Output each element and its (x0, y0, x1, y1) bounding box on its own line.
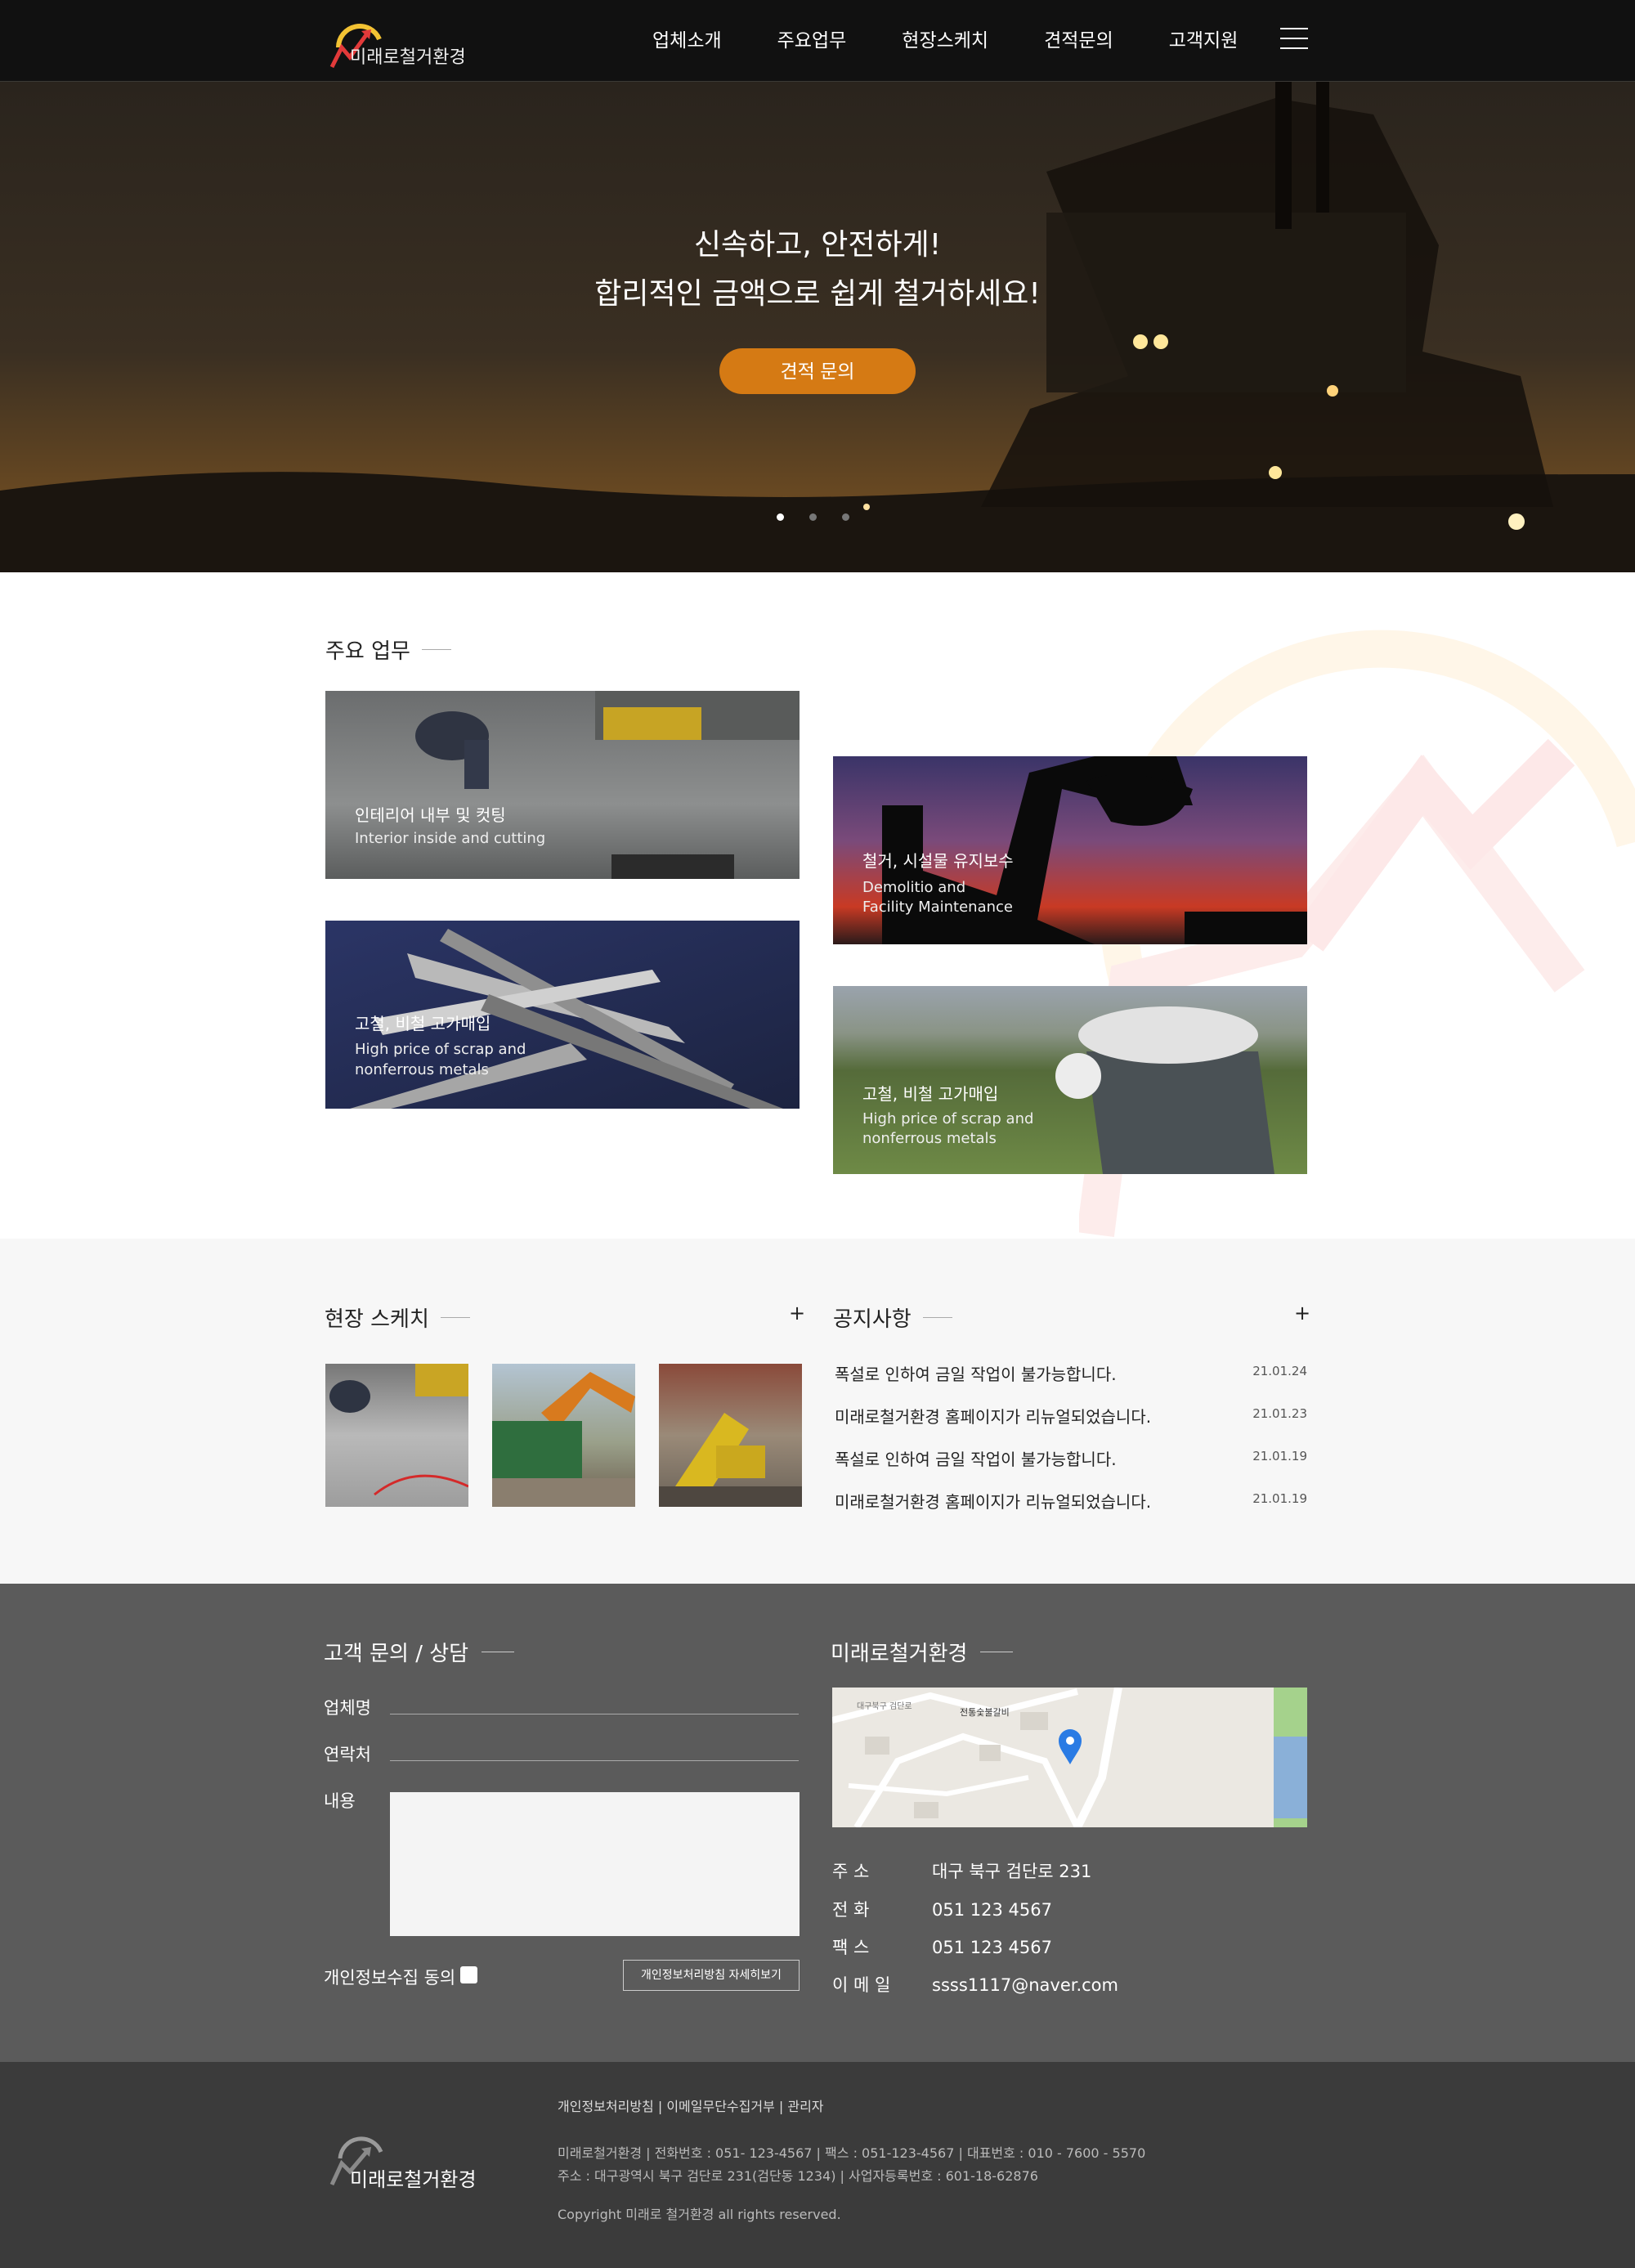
excavator-image (0, 82, 1635, 572)
hero-slider: 신속하고, 안전하게! 합리적인 금액으로 쉽게 철거하세요! 견적 문의 (0, 82, 1635, 572)
footer-address-info: 주소 : 대구광역시 북구 검단로 231(검단동 1234) | 사업자등록번… (558, 2168, 1038, 2184)
nav-about[interactable]: 업체소개 (652, 25, 722, 52)
card-title-en-1: High price of scrap and (355, 1041, 526, 1058)
notice-item-text[interactable]: 미래로철거환경 홈페이지가 리뉴얼되었습니다. (835, 1492, 1151, 1512)
tel-row: 전 화 051 123 4567 (832, 1897, 1052, 1921)
notice-item-date: 21.01.23 (1252, 1406, 1307, 1421)
sketch-more-button[interactable]: + (789, 1302, 805, 1324)
map-pin-icon (1059, 1729, 1082, 1764)
service-card-scrap-2[interactable]: 고철, 비철 고가매입 High price of scrap and nonf… (833, 986, 1307, 1174)
sketch-thumb-3[interactable] (659, 1364, 802, 1507)
tel-value[interactable]: 051 123 4567 (932, 1900, 1052, 1920)
email-value[interactable]: ssss1117@naver.com (932, 1975, 1118, 1995)
hero-headline-1: 신속하고, 안전하게! (693, 228, 942, 262)
nav-sketch[interactable]: 현장스케치 (902, 25, 988, 52)
estimate-button[interactable]: 견적 문의 (719, 348, 916, 394)
site-header: 미래로철거환경 업체소개 주요업무 현장스케치 견적문의 고객지원 (0, 0, 1635, 82)
services-title: 주요 업무 (325, 634, 451, 665)
notice-item-text[interactable]: 폭설로 인하여 금일 작업이 불가능합니다. (835, 1365, 1117, 1384)
sketch-thumb-1[interactable] (325, 1364, 468, 1507)
notice-title-text: 공지사항 (833, 1307, 912, 1332)
sketch-title-text: 현장 스케치 (325, 1307, 429, 1332)
service-card-interior[interactable]: 인테리어 내부 및 컷팅 Interior inside and cutting (325, 691, 800, 879)
card-title-en-2: nonferrous metals (355, 1061, 489, 1078)
notice-title: 공지사항 (833, 1302, 952, 1333)
notice-item[interactable]: 미래로철거환경 홈페이지가 리뉴얼되었습니다. 21.01.23 (835, 1404, 1307, 1428)
notice-item-text[interactable]: 미래로철거환경 홈페이지가 리뉴얼되었습니다. (835, 1407, 1151, 1427)
policy-detail-button[interactable]: 개인정보처리방침 자세히보기 (623, 1960, 800, 1991)
hero-headline-2: 합리적인 금액으로 쉽게 철거하세요! (594, 277, 1041, 311)
notice-item[interactable]: 폭설로 인하여 금일 작업이 불가능합니다. 21.01.24 (835, 1361, 1307, 1385)
sketch-image (492, 1372, 635, 1507)
notice-more-button[interactable]: + (1294, 1302, 1310, 1324)
agree-checkbox[interactable] (460, 1966, 477, 1983)
content-label: 내용 (324, 1791, 356, 1811)
card-title-en-1: Demolitio and (862, 879, 966, 896)
sketch-thumb-2[interactable] (492, 1364, 635, 1507)
notice-item-date: 21.01.19 (1252, 1449, 1307, 1463)
service-card-scrap-1[interactable]: 고철, 비철 고가매입 High price of scrap and nonf… (325, 921, 800, 1109)
company-title: 미래로철거환경 (831, 1637, 1014, 1667)
footer-logo-text[interactable]: 미래로철거환경 (350, 2163, 477, 2192)
notice-item-text[interactable]: 폭설로 인하여 금일 작업이 불가능합니다. (835, 1450, 1117, 1469)
sketch-image (329, 1364, 468, 1496)
email-label: 이 메 일 (832, 1975, 891, 1995)
fax-value: 051 123 4567 (932, 1938, 1052, 1957)
title-divider (440, 1317, 470, 1318)
location-map[interactable]: 전통숯불갈비 대구북구 검단로 (832, 1688, 1307, 1827)
company-label: 업체명 (324, 1698, 371, 1718)
notice-item[interactable]: 미래로철거환경 홈페이지가 리뉴얼되었습니다. 21.01.19 (835, 1489, 1307, 1513)
slider-dot-1[interactable] (777, 513, 784, 521)
contact-title-text: 고객 문의 / 상담 (324, 1642, 469, 1666)
nav-services[interactable]: 주요업무 (777, 25, 847, 52)
card-title-ko: 고철, 비철 고가매입 (862, 1084, 999, 1104)
footer-copyright: Copyright 미래로 철거환경 all rights reserved. (558, 2207, 841, 2222)
contact-section (0, 1584, 1635, 2062)
phone-input[interactable] (390, 1760, 799, 1761)
footer-links[interactable]: 개인정보처리방침 | 이메일무단수집거부 | 관리자 (558, 2095, 824, 2115)
tel-label: 전 화 (832, 1900, 870, 1920)
company-title-text: 미래로철거환경 (831, 1642, 968, 1666)
logo-text[interactable]: 미래로철거환경 (350, 43, 466, 69)
content-textarea[interactable] (390, 1792, 800, 1936)
notice-item-date: 21.01.24 (1252, 1364, 1307, 1378)
footer-company-info: 미래로철거환경 | 전화번호 : 051- 123-4567 | 팩스 : 05… (558, 2145, 1146, 2161)
map-street-label: 대구북구 검단로 (857, 1701, 912, 1711)
sketch-title: 현장 스케치 (325, 1302, 470, 1333)
address-value: 대구 북구 검단로 231 (932, 1862, 1092, 1881)
hamburger-menu-icon[interactable] (1280, 28, 1308, 51)
contact-title: 고객 문의 / 상담 (324, 1637, 515, 1667)
slider-dot-3[interactable] (842, 513, 849, 521)
sketch-image (659, 1413, 802, 1507)
agree-label: 개인정보수집 동의 (324, 1968, 456, 1988)
title-divider (421, 649, 451, 650)
card-image (415, 691, 800, 879)
address-label: 주 소 (832, 1862, 870, 1881)
fax-label: 팩 스 (832, 1938, 870, 1957)
slider-dots (777, 513, 875, 521)
title-divider (922, 1317, 952, 1318)
service-card-demolition[interactable]: 철거, 시설물 유지보수 Demolitio and Facility Main… (833, 756, 1307, 944)
slider-dot-2[interactable] (809, 513, 817, 521)
card-title-ko: 고철, 비철 고가매입 (355, 1014, 491, 1033)
nav-estimate[interactable]: 견적문의 (1044, 25, 1113, 52)
address-row: 주 소 대구 북구 검단로 231 (832, 1858, 1091, 1883)
main-nav: 업체소개 주요업무 현장스케치 견적문의 고객지원 (652, 25, 1293, 52)
sketch-notice-section (0, 1239, 1635, 1584)
card-title-ko: 인테리어 내부 및 컷팅 (355, 805, 506, 825)
map-place-label: 전통숯불갈비 (960, 1706, 1010, 1718)
notice-item-date: 21.01.19 (1252, 1491, 1307, 1506)
email-row: 이 메 일 ssss1117@naver.com (832, 1972, 1118, 1997)
services-title-text: 주요 업무 (325, 639, 410, 664)
phone-label: 연락처 (324, 1745, 371, 1764)
page: 미래로철거환경 업체소개 주요업무 현장스케치 견적문의 고객지원 신속하고, … (0, 0, 1635, 2268)
card-title-ko: 철거, 시설물 유지보수 (862, 851, 1014, 871)
card-title-en-1: High price of scrap and (862, 1110, 1034, 1127)
fax-row: 팩 스 051 123 4567 (832, 1934, 1052, 1959)
nav-support[interactable]: 고객지원 (1169, 25, 1239, 52)
notice-item[interactable]: 폭설로 인하여 금일 작업이 불가능합니다. 21.01.19 (835, 1446, 1307, 1470)
card-title-en-2: Facility Maintenance (862, 899, 1013, 916)
card-title-en-2: nonferrous metals (862, 1130, 997, 1147)
card-title-en: Interior inside and cutting (355, 830, 546, 847)
